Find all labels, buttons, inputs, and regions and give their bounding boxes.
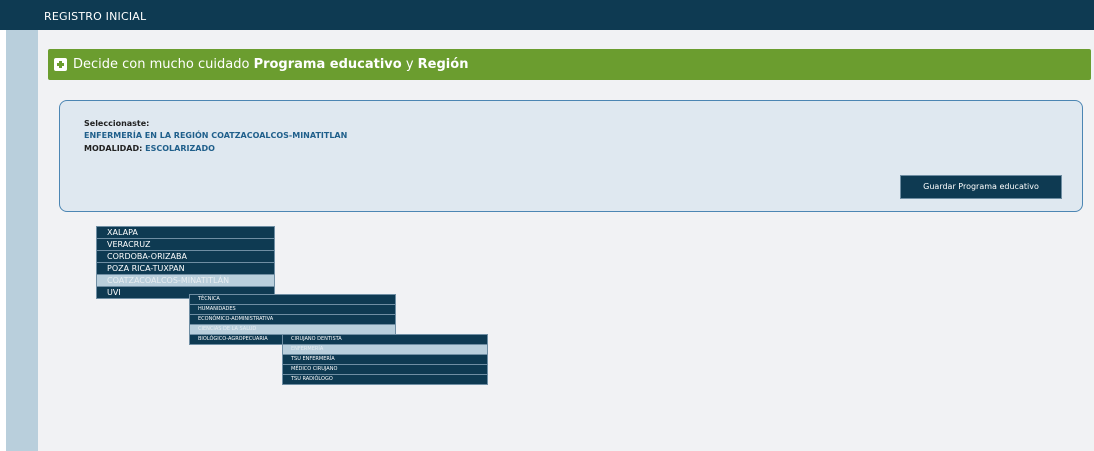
- selection-panel: Seleccionaste: ENFERMERÍA EN LA REGIÓN C…: [59, 100, 1083, 212]
- selected-program: ENFERMERÍA EN LA REGIÓN COATZACOALCOS-MI…: [84, 131, 348, 140]
- menu-item-program-active[interactable]: ENFERMERÍA: [282, 345, 488, 355]
- menu-item-region[interactable]: XALAPA: [96, 226, 275, 239]
- modality-label: MODALIDAD:: [84, 144, 146, 153]
- page-title: REGISTRO INICIAL: [44, 10, 147, 23]
- left-sidebar-strip: [6, 30, 38, 451]
- menu-item-region[interactable]: CORDOBA-ORIZABA: [96, 251, 275, 263]
- menu-item-program[interactable]: MÉDICO CIRUJANO: [282, 365, 488, 375]
- save-program-button[interactable]: Guardar Programa educativo: [900, 175, 1062, 199]
- menu-item-area[interactable]: ECONÓMICO-ADMINISTRATIVA: [189, 315, 396, 325]
- menu-item-program[interactable]: TSU ENFERMERÍA: [282, 355, 488, 365]
- selection-label: Seleccionaste:: [84, 119, 150, 128]
- menu-item-area[interactable]: TÉCNICA: [189, 294, 396, 305]
- instruction-banner[interactable]: Decide con mucho cuidado Programa educat…: [48, 49, 1091, 80]
- menu-item-region[interactable]: POZA RICA-TUXPAN: [96, 263, 275, 275]
- plus-square-icon[interactable]: [54, 58, 67, 71]
- program-submenu: CIRUJANO DENTISTA ENFERMERÍA TSU ENFERME…: [282, 334, 488, 385]
- top-bar: REGISTRO INICIAL: [0, 0, 1094, 30]
- menu-item-program[interactable]: CIRUJANO DENTISTA: [282, 334, 488, 345]
- modality-line: MODALIDAD: ESCOLARIZADO: [84, 144, 215, 153]
- menu-item-region-active[interactable]: COATZACOALCOS-MINATITLÁN: [96, 275, 275, 287]
- menu-item-area[interactable]: HUMANIDADES: [189, 305, 396, 315]
- instruction-text: Decide con mucho cuidado Programa educat…: [73, 57, 469, 72]
- modality-value: ESCOLARIZADO: [145, 144, 215, 153]
- menu-item-region[interactable]: VERACRUZ: [96, 239, 275, 251]
- region-menu: XALAPA VERACRUZ CORDOBA-ORIZABA POZA RIC…: [96, 226, 275, 299]
- menu-item-program[interactable]: TSU RADIÓLOGO: [282, 375, 488, 385]
